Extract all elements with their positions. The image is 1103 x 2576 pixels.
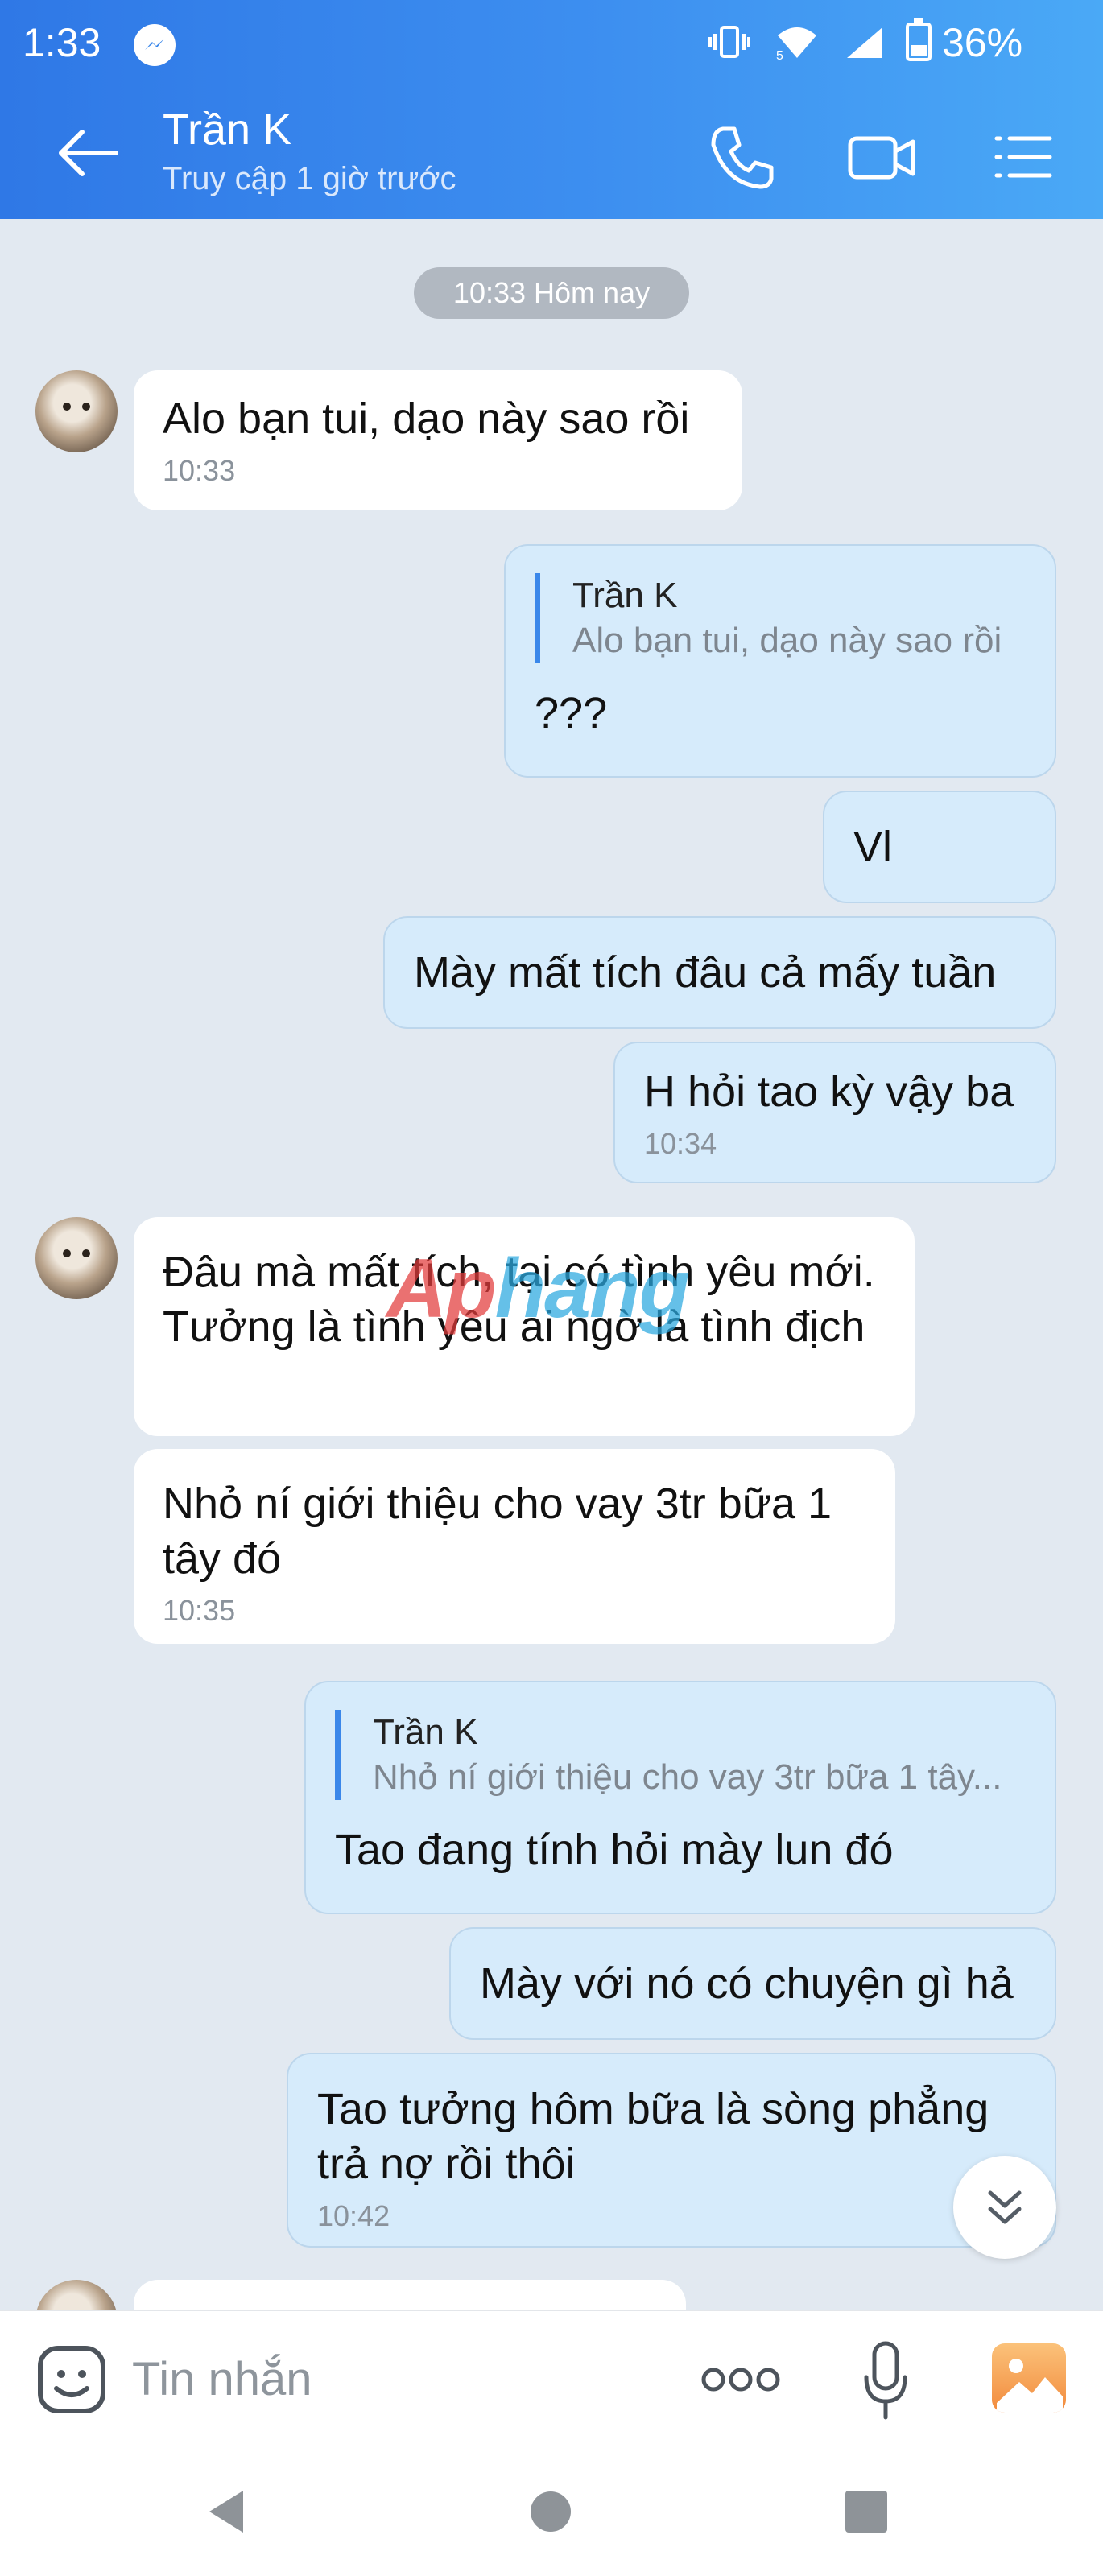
image-icon[interactable]	[992, 2343, 1066, 2413]
svg-text:5: 5	[776, 49, 783, 60]
nav-back-icon[interactable]	[201, 2486, 253, 2537]
nav-recents-icon[interactable]	[841, 2486, 892, 2537]
message-bubble-incoming[interactable]: Nhỏ ní giới thiệu cho vay 3tr bữa 1 tây …	[134, 1449, 895, 1644]
sticker-smile-icon[interactable]	[35, 2343, 108, 2416]
message-bubble-incoming[interactable]: Alo bạn tui, dạo này sao rồi 10:33	[134, 370, 742, 510]
signal-icon	[847, 27, 882, 58]
scroll-to-bottom-button[interactable]	[953, 2156, 1056, 2259]
wifi-icon: 5	[776, 27, 816, 60]
phone-icon[interactable]	[705, 121, 778, 193]
system-navigation-bar	[0, 2447, 1103, 2576]
chat-area[interactable]: 10:33 Hôm nay Alo bạn tui, dạo này sao r…	[0, 219, 1103, 2310]
battery-percent: 36%	[942, 20, 1023, 65]
message-bubble-outgoing-reply[interactable]: Trần K Nhỏ ní giới thiệu cho vay 3tr bữa…	[304, 1681, 1056, 1914]
last-seen: Truy cập 1 giờ trước	[163, 161, 456, 196]
contact-avatar[interactable]	[35, 370, 118, 452]
message-text: Mày với nó có chuyện gì hả	[480, 1959, 1014, 2008]
date-separator: 10:33 Hôm nay	[414, 267, 689, 319]
message-time: 10:42	[317, 2199, 390, 2232]
status-bar: 1:33 5 36%	[0, 0, 1103, 79]
message-text: Tao tưởng hôm bữa là sòng phẳng trả nợ r…	[317, 2085, 989, 2188]
chevron-double-down-icon	[988, 2190, 1022, 2224]
quote-text: Alo bạn tui, dạo này sao rồi	[572, 621, 1002, 660]
message-bubble-incoming[interactable]: Đâu mà mất tích, tại có tình yêu mới. Tư…	[134, 1217, 915, 1436]
message-time: 10:33	[163, 454, 236, 487]
status-icons: 5	[708, 24, 889, 60]
message-text: ???	[535, 689, 608, 737]
message-text: Tao đang tính hỏi mày lun đó	[335, 1826, 894, 1874]
message-bubble-incoming-partial[interactable]	[134, 2280, 686, 2310]
message-time: 10:35	[163, 1594, 236, 1627]
quote-text: Nhỏ ní giới thiệu cho vay 3tr bữa 1 tây.…	[373, 1757, 1002, 1797]
message-bubble-outgoing-reply[interactable]: Trần K Alo bạn tui, dạo này sao rồi ???	[504, 544, 1056, 778]
nav-home-icon[interactable]	[525, 2486, 576, 2537]
message-bubble-outgoing[interactable]: Vl	[823, 791, 1056, 903]
top-bar: 1:33 5 36% Trần K Truy cập 1 giờ trước	[0, 0, 1103, 219]
message-input[interactable]	[132, 2342, 647, 2416]
message-text: Nhỏ ní giới thiệu cho vay 3tr bữa 1 tây …	[163, 1480, 832, 1583]
contact-name[interactable]: Trần K	[163, 105, 291, 155]
list-menu-icon[interactable]	[984, 121, 1056, 193]
quote-author: Trần K	[572, 576, 678, 615]
message-text: Alo bạn tui, dạo này sao rồi	[163, 394, 690, 443]
quoted-message[interactable]: Trần K Nhỏ ní giới thiệu cho vay 3tr bữa…	[335, 1710, 1026, 1800]
chat-header: Trần K Truy cập 1 giờ trước	[0, 80, 1103, 219]
message-bubble-outgoing[interactable]: Mày với nó có chuyện gì hả	[449, 1927, 1056, 2040]
battery-icon	[906, 18, 932, 61]
quote-author: Trần K	[373, 1712, 478, 1752]
message-bubble-outgoing[interactable]: H hỏi tao kỳ vậy ba 10:34	[613, 1042, 1056, 1183]
microphone-icon[interactable]	[861, 2340, 910, 2421]
quoted-message[interactable]: Trần K Alo bạn tui, dạo này sao rồi	[535, 573, 1026, 663]
arrow-left-icon[interactable]	[52, 121, 124, 185]
status-time: 1:33	[23, 20, 101, 65]
contact-avatar[interactable]	[35, 1217, 118, 1299]
message-text: Vl	[853, 823, 893, 871]
messenger-icon	[134, 24, 176, 66]
vibrate-icon	[708, 26, 750, 58]
more-dots-icon[interactable]	[700, 2359, 781, 2400]
contact-avatar[interactable]	[35, 2280, 118, 2310]
message-time: 10:34	[644, 1127, 717, 1160]
message-bubble-outgoing[interactable]: Mày mất tích đâu cả mấy tuần	[383, 916, 1056, 1029]
message-bubble-outgoing[interactable]: Tao tưởng hôm bữa là sòng phẳng trả nợ r…	[287, 2053, 1056, 2248]
video-camera-icon[interactable]	[845, 121, 918, 193]
message-text: Mày mất tích đâu cả mấy tuần	[414, 948, 997, 997]
message-text: Đâu mà mất tích, tại có tình yêu mới. Tư…	[163, 1248, 875, 1351]
message-composer	[0, 2310, 1103, 2447]
message-text: H hỏi tao kỳ vậy ba	[644, 1067, 1014, 1116]
